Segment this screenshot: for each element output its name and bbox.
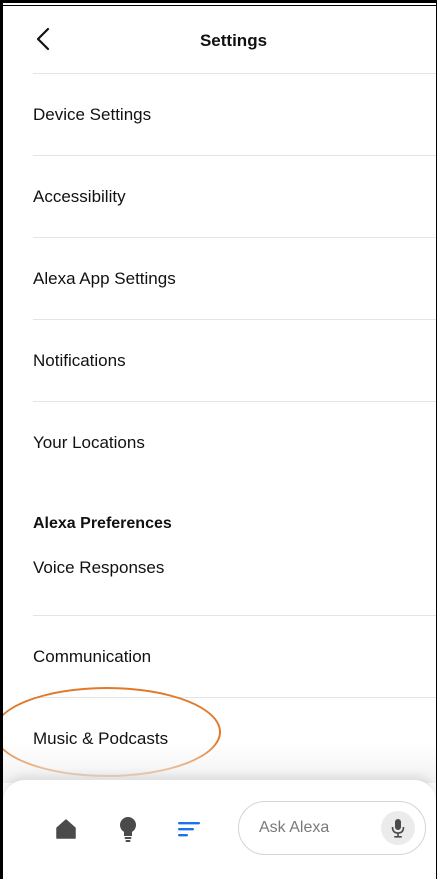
bottom-nav-bar: Ask Alexa (3, 779, 436, 879)
app-screen: Settings Device Settings Accessibility A… (0, 0, 437, 879)
settings-item-your-locations[interactable]: Your Locations (3, 402, 436, 483)
settings-item-label: Communication (33, 646, 152, 666)
section-header-label: Alexa Preferences (33, 515, 172, 532)
ask-alexa-input[interactable]: Ask Alexa (238, 801, 426, 855)
mic-button[interactable] (381, 811, 415, 845)
settings-item-label: Music & Podcasts (33, 728, 169, 748)
section-header-alexa-preferences: Alexa Preferences (3, 483, 436, 539)
nav-devices-button[interactable] (113, 814, 143, 844)
settings-item-voice-responses[interactable]: Voice Responses (3, 539, 436, 597)
settings-item-device-settings[interactable]: Device Settings (3, 74, 436, 155)
nav-home-button[interactable] (51, 814, 81, 844)
settings-item-label: Voice Responses (33, 558, 165, 577)
microphone-icon (391, 819, 405, 838)
nav-more-button[interactable] (175, 814, 205, 844)
home-icon (56, 819, 76, 839)
page-title: Settings (199, 31, 268, 50)
settings-item-label: Notifications (33, 350, 126, 370)
more-icon (178, 822, 200, 837)
settings-item-music-podcasts[interactable]: Music & Podcasts (3, 698, 436, 779)
settings-item-label: Accessibility (33, 186, 126, 206)
settings-item-alexa-app-settings[interactable]: Alexa App Settings (3, 238, 436, 319)
settings-list: Device Settings Accessibility Alexa App … (3, 73, 436, 779)
bulb-icon (120, 817, 136, 842)
settings-item-label: Device Settings (33, 104, 152, 124)
app-header: Settings (3, 3, 436, 75)
settings-item-notifications[interactable]: Notifications (3, 320, 436, 401)
settings-item-label: Your Locations (33, 432, 145, 452)
settings-item-label: Alexa App Settings (33, 268, 176, 288)
settings-item-communication[interactable]: Communication (3, 616, 436, 697)
settings-item-accessibility[interactable]: Accessibility (3, 156, 436, 237)
ask-alexa-placeholder: Ask Alexa (259, 819, 330, 836)
